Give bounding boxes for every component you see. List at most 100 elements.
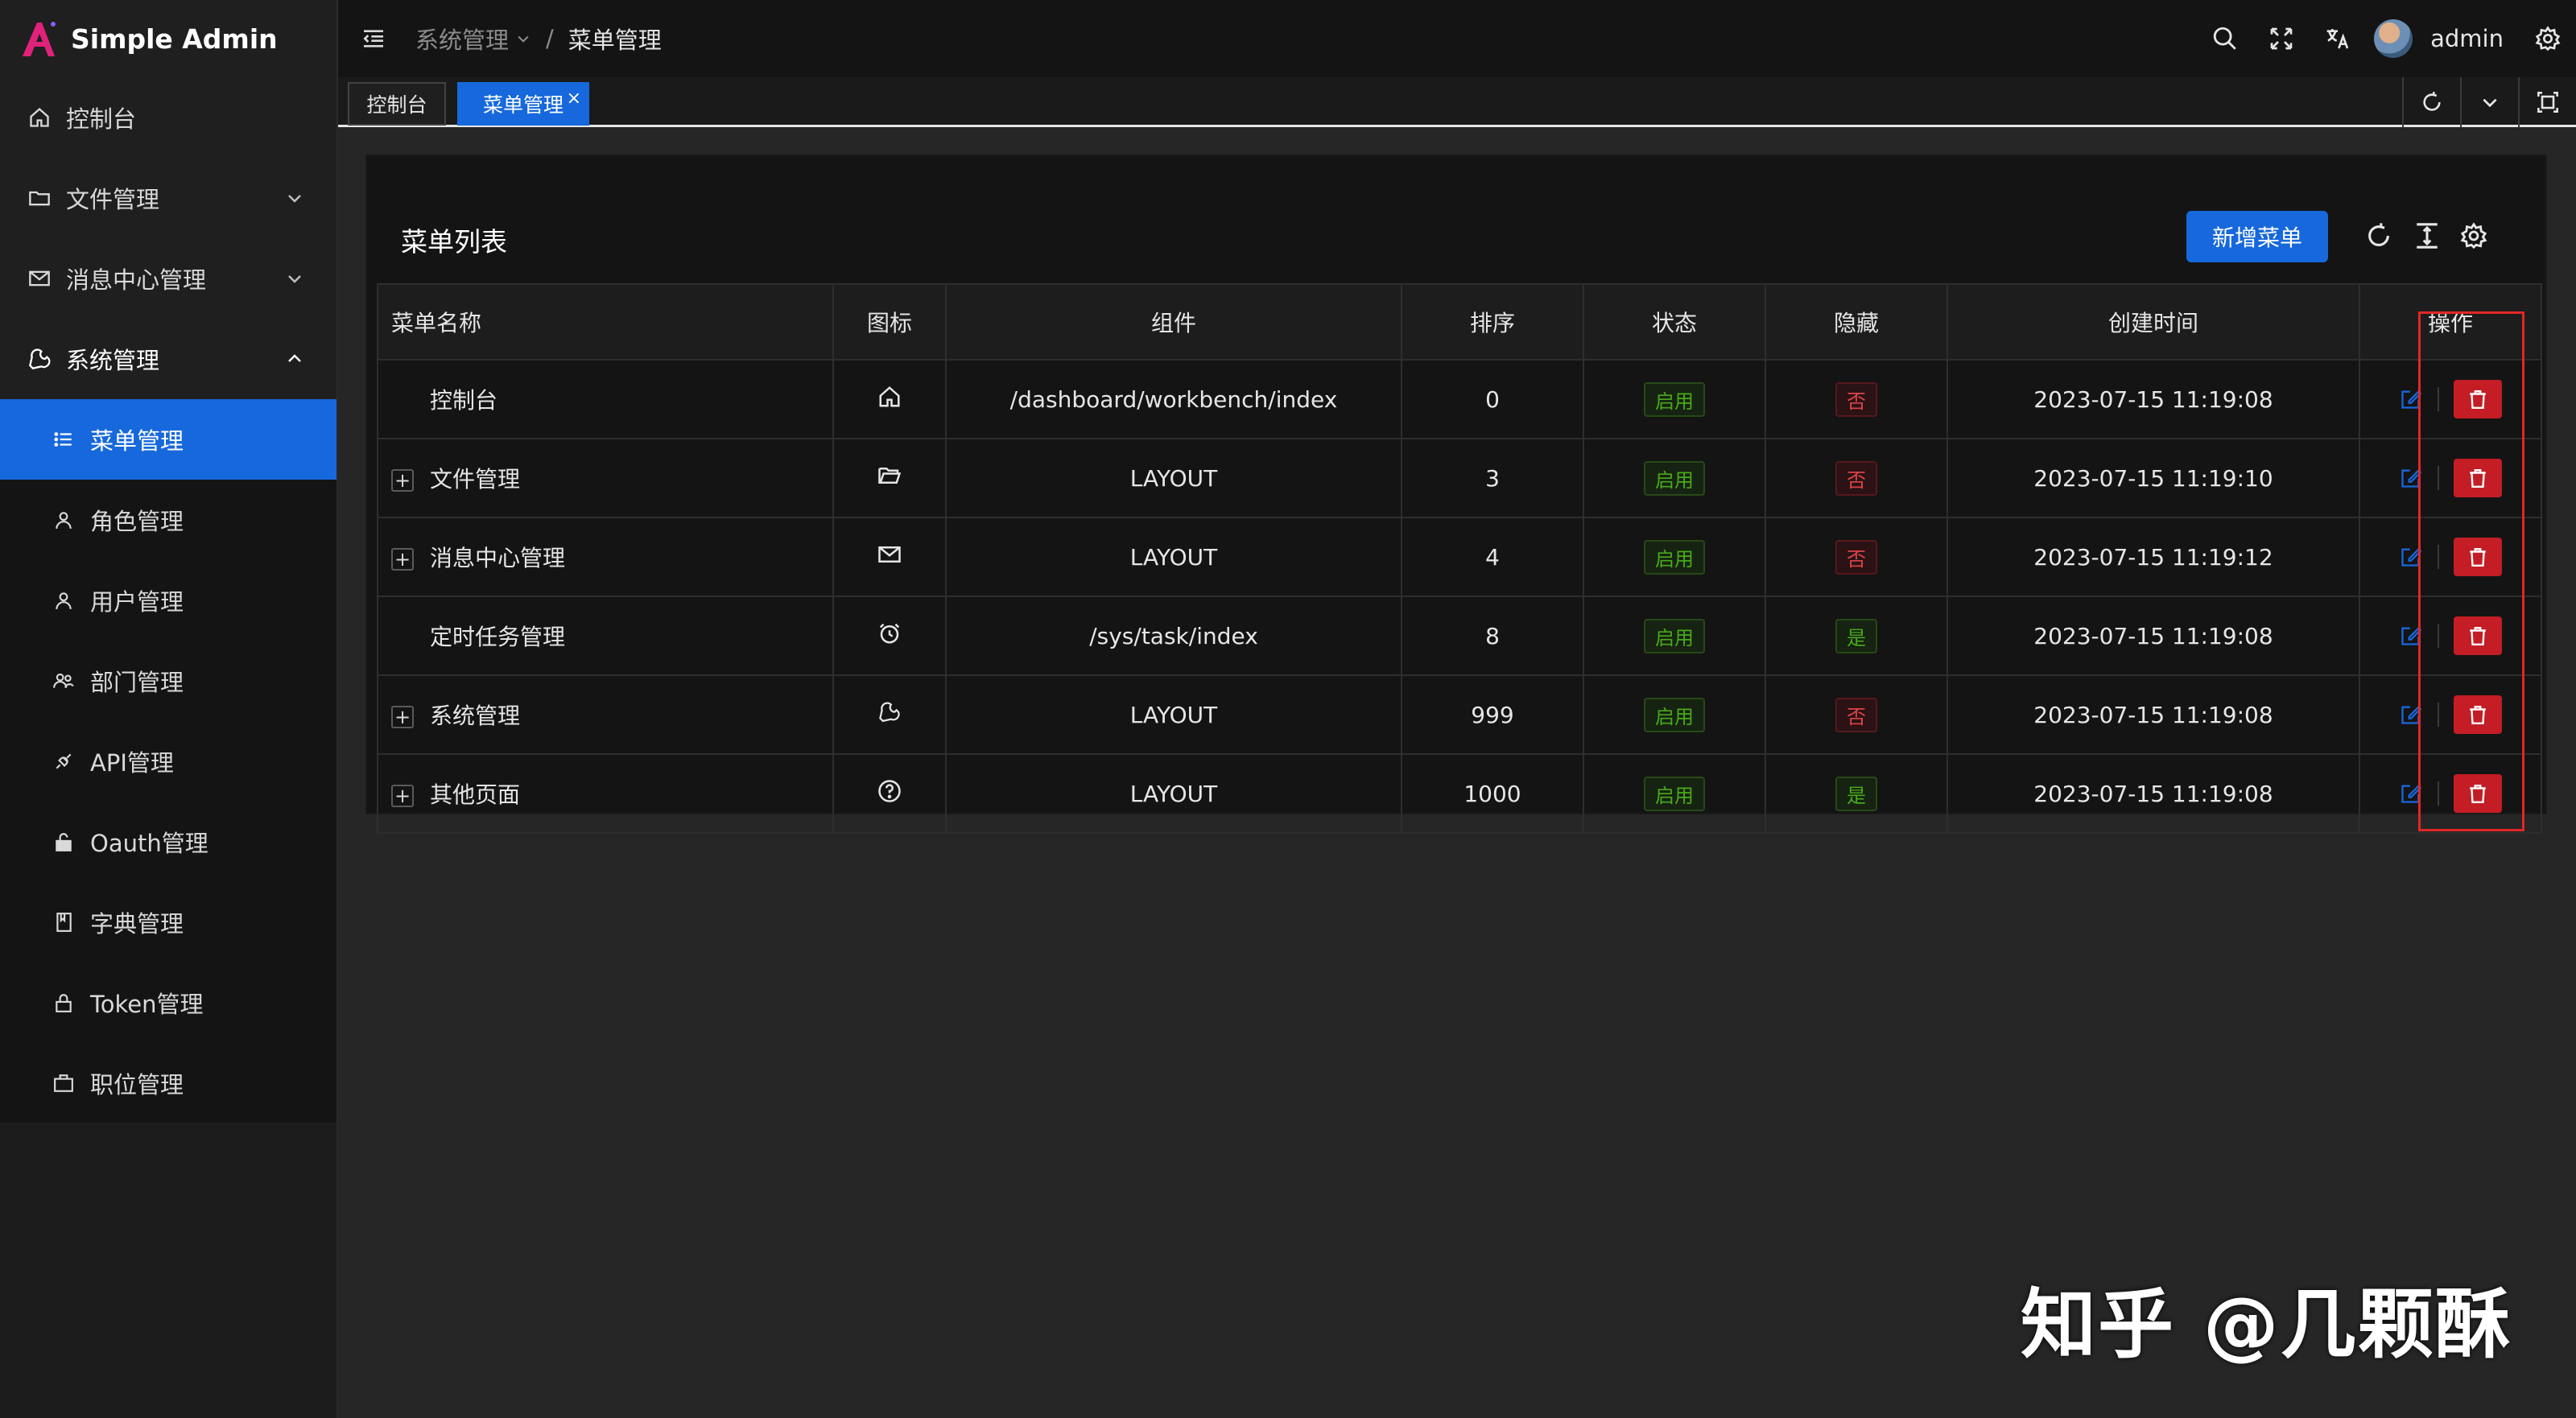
delete-icon [2470,706,2486,725]
cell-hidden: 否 [1765,517,1948,597]
reload-icon[interactable] [2360,217,2397,254]
delete-button[interactable] [2454,616,2502,655]
column-header-icon[interactable]: 图标 [832,283,947,361]
fullscreen-icon[interactable] [2253,0,2310,77]
edit-icon[interactable] [2399,545,2423,569]
table-row[interactable]: + 文件管理 LAYOUT 3 启用 否 2023-07-15 11:19:10 [377,438,2542,518]
sidebar-item-label: 角色管理 [90,508,184,535]
fullscreen-content-icon[interactable] [2518,77,2576,127]
close-icon[interactable]: × [567,89,581,109]
sidebar-item-positions[interactable]: 职位管理 [0,1043,336,1123]
sidebar: Simple Admin 控制台 文件管理 消息中心管理 系统管理 菜单管理 角… [0,0,338,1418]
table-header-row: 菜单名称 图标 组件 排序 状态 隐藏 创建时间 操作 [377,283,2542,361]
folder-open-icon [878,467,902,484]
delete-button[interactable] [2454,538,2502,576]
sidebar-item-system[interactable]: 系统管理 [0,319,336,399]
sidebar-item-dictionary[interactable]: 字典管理 [0,882,336,963]
watermark: 知乎 @几颗酥 [2021,1281,2512,1369]
chevron-down-icon[interactable] [2460,77,2518,127]
menu-fold-icon[interactable] [353,18,394,60]
cell-actions [2359,517,2542,597]
cell-created: 2023-07-15 11:19:08 [1946,753,2360,834]
cell-status: 启用 [1583,359,1766,439]
cell-name: + 消息中心管理 [377,517,834,597]
column-header-hidden[interactable]: 隐藏 [1765,283,1948,361]
expand-icon[interactable]: + [391,785,414,807]
mail-icon [27,266,52,291]
delete-icon [2470,627,2486,646]
cell-status: 启用 [1583,674,1766,755]
cell-hidden: 否 [1765,359,1948,439]
sidebar-item-departments[interactable]: 部门管理 [0,641,336,721]
delete-icon [2470,390,2486,410]
cell-name: + 文件管理 [377,438,834,518]
table-row[interactable]: + 消息中心管理 LAYOUT 4 启用 否 2023-07-15 11:19:1… [377,517,2542,597]
table-row[interactable]: + 其他页面 LAYOUT 1000 启用 是 2023-07-15 11:19:… [377,753,2542,834]
column-header-component[interactable]: 组件 [945,283,1402,361]
sidebar-item-label: 职位管理 [90,1071,184,1099]
app-logo[interactable]: Simple Admin [0,0,336,77]
column-header-name[interactable]: 菜单名称 [377,283,834,361]
sidebar-item-files[interactable]: 文件管理 [0,158,336,238]
column-header-status[interactable]: 状态 [1583,283,1766,361]
edit-icon[interactable] [2399,387,2423,411]
chevron-up-icon [288,354,301,362]
translate-icon[interactable] [2310,0,2366,77]
cell-status: 启用 [1583,753,1766,834]
breadcrumb-parent[interactable]: 系统管理 [415,22,509,56]
column-height-icon[interactable] [2409,217,2446,254]
expand-icon[interactable]: + [391,469,414,492]
expand-icon[interactable]: + [391,706,414,728]
menu-name: 定时任务管理 [430,624,566,650]
delete-button[interactable] [2454,380,2502,418]
sidebar-item-dashboard[interactable]: 控制台 [0,77,336,158]
sidebar-item-messages[interactable]: 消息中心管理 [0,238,336,319]
tab-menu-management[interactable]: 菜单管理 × [457,82,589,126]
page-title: 菜单列表 [401,226,507,258]
action-divider [2438,545,2439,569]
sidebar-item-roles[interactable]: 角色管理 [0,480,336,560]
table-row[interactable]: 控制台 /dashboard/workbench/index 0 启用 否 20… [377,359,2542,439]
list-icon [52,427,76,451]
status-badge: 启用 [1644,776,1705,811]
table-row[interactable]: 定时任务管理 /sys/task/index 8 启用 是 2023-07-15… [377,596,2542,676]
settings-icon[interactable] [2520,0,2576,77]
cell-name: + 系统管理 [377,674,834,755]
action-divider [2438,466,2439,490]
folder-icon [27,186,52,210]
avatar[interactable] [2374,19,2413,58]
delete-button[interactable] [2454,774,2502,813]
tab-dashboard[interactable]: 控制台 [348,82,446,126]
sidebar-item-oauth[interactable]: Oauth管理 [0,802,336,882]
reload-icon[interactable] [2402,77,2460,127]
edit-icon[interactable] [2399,781,2423,806]
sidebar-item-menu-management[interactable]: 菜单管理 [0,399,336,480]
username[interactable]: admin [2430,25,2504,52]
sidebar-item-token[interactable]: Token管理 [0,963,336,1043]
search-icon[interactable] [2197,0,2253,77]
tool-icon [879,702,900,722]
expand-icon[interactable]: + [391,548,414,571]
edit-icon[interactable] [2399,703,2423,727]
edit-icon[interactable] [2399,624,2423,648]
cell-actions [2359,359,2542,439]
status-badge: 启用 [1644,381,1705,417]
sidebar-item-api[interactable]: API管理 [0,721,336,802]
add-menu-button[interactable]: 新增菜单 [2186,211,2328,262]
column-header-actions: 操作 [2359,283,2542,361]
status-badge: 启用 [1644,539,1705,575]
sidebar-item-label: Token管理 [90,991,204,1018]
delete-button[interactable] [2454,695,2502,734]
column-header-sort[interactable]: 排序 [1401,283,1584,361]
column-header-created[interactable]: 创建时间 [1946,283,2360,361]
chevron-down-icon [288,195,301,203]
logo-icon [23,22,56,56]
sidebar-item-label: 字典管理 [90,910,184,938]
delete-button[interactable] [2454,459,2502,497]
cell-component: LAYOUT [945,753,1402,834]
edit-icon[interactable] [2399,466,2423,490]
table-row[interactable]: + 系统管理 LAYOUT 999 启用 否 2023-07-15 11:19:0… [377,674,2542,755]
sidebar-item-users[interactable]: 用户管理 [0,560,336,641]
settings-icon[interactable] [2455,217,2492,254]
cell-icon [832,674,947,755]
